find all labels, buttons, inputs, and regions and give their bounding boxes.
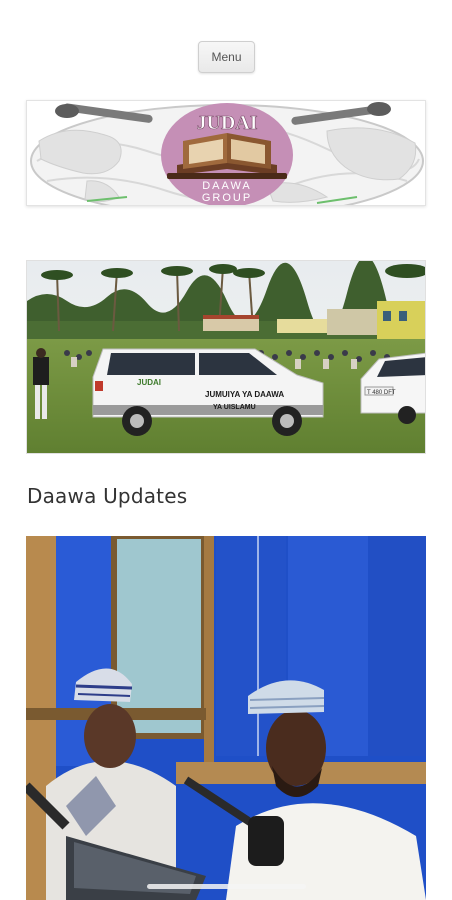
logo-title: JUDAI (196, 112, 257, 134)
outdoor-gathering-image: JUDAI JUMUIYA YA DAAWA YA UISLAMU T 480 … (27, 261, 425, 453)
app-page: Menu JUDAI DAAWA GROUP JUDAI JUMUIYA YA … (0, 0, 452, 900)
site-logo-banner[interactable]: JUDAI DAAWA GROUP (26, 100, 426, 206)
menu-button[interactable]: Menu (198, 41, 255, 73)
van-text-line2: YA UISLAMU (213, 404, 256, 411)
logo-subtitle-2: GROUP (202, 192, 252, 204)
logo-graphic: JUDAI DAAWA GROUP (27, 101, 425, 205)
van-text-line1: JUMUIYA YA DAAWA (205, 390, 284, 399)
logo-subtitle-1: DAAWA (202, 180, 252, 192)
post-featured-image[interactable] (26, 536, 426, 900)
radio-studio-image (26, 536, 426, 900)
van-brand-text: JUDAI (137, 378, 161, 387)
section-heading: Daawa Updates (27, 484, 188, 508)
home-indicator[interactable] (147, 884, 306, 889)
featured-photo[interactable]: JUDAI JUMUIYA YA DAAWA YA UISLAMU T 480 … (26, 260, 426, 454)
car-plate: T 480 DFT (367, 390, 396, 396)
